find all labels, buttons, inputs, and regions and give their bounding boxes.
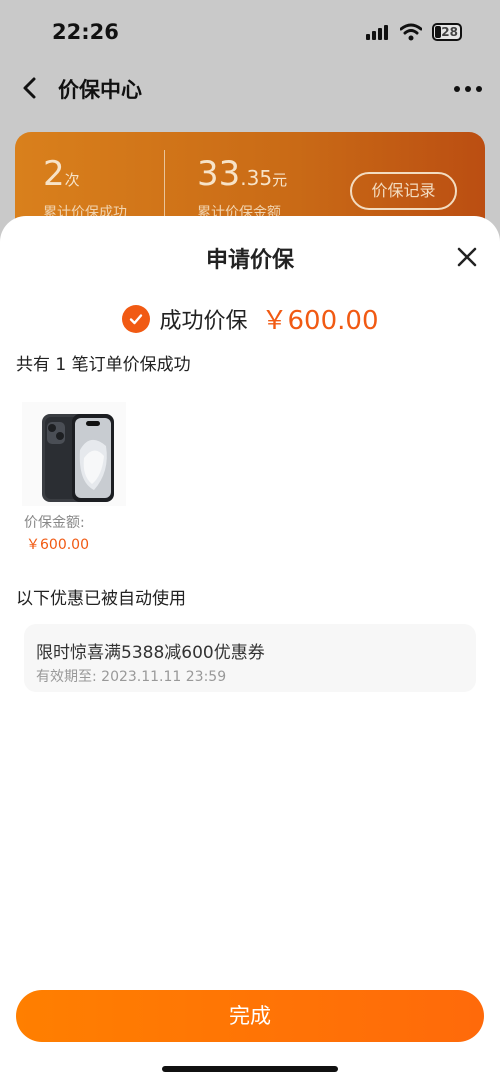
coupon-title: 限时惊喜满5388减600优惠券 xyxy=(36,643,265,663)
nav-bar: 价保中心 xyxy=(0,60,500,116)
check-icon xyxy=(121,304,150,333)
more-icon[interactable] xyxy=(454,86,482,92)
coupon-card: 限时惊喜满5388减600优惠券 有效期至: 2023.11.11 23:59 xyxy=(24,624,476,692)
battery-icon: 28 xyxy=(432,23,462,41)
amount-unit: 元 xyxy=(272,171,288,189)
auto-applied-line: 以下优惠已被自动使用 xyxy=(16,589,186,609)
status-time: 22:26 xyxy=(52,20,119,44)
page-title: 价保中心 xyxy=(58,78,142,102)
wifi-icon xyxy=(400,23,422,41)
success-row: 成功价保 ￥600.00 xyxy=(0,300,500,337)
sheet-title: 申请价保 xyxy=(205,248,294,273)
coupon-expiry: 有效期至: 2023.11.11 23:59 xyxy=(36,669,227,685)
stats-divider xyxy=(164,150,165,220)
signal-icon xyxy=(366,25,388,40)
success-amount: ￥600.00 xyxy=(261,306,379,336)
record-button[interactable]: 价保记录 xyxy=(350,172,457,210)
count-unit: 次 xyxy=(64,171,80,189)
done-button[interactable]: 完成 xyxy=(16,990,484,1042)
amount-dec: .35 xyxy=(240,166,273,190)
status-bar: 22:26 28 xyxy=(0,0,500,60)
success-count: 2次 xyxy=(43,154,80,194)
total-amount: 33.35元 xyxy=(197,154,287,194)
protection-value: ￥600.00 xyxy=(26,537,89,553)
close-icon[interactable] xyxy=(456,246,478,268)
apply-sheet: 申请价保 成功价保 ￥600.00 共有 1 笔订单价保成功 价保金额: ￥60… xyxy=(0,216,500,1083)
protection-label: 价保金额: xyxy=(24,515,85,531)
product-image[interactable] xyxy=(22,402,126,506)
success-text: 成功价保 xyxy=(159,308,248,334)
back-icon[interactable] xyxy=(20,76,40,100)
amount-int: 33 xyxy=(197,154,241,194)
orders-summary: 共有 1 笔订单价保成功 xyxy=(16,355,191,375)
home-indicator xyxy=(162,1066,338,1072)
battery-level: 28 xyxy=(441,25,458,39)
count-value: 2 xyxy=(43,154,65,194)
